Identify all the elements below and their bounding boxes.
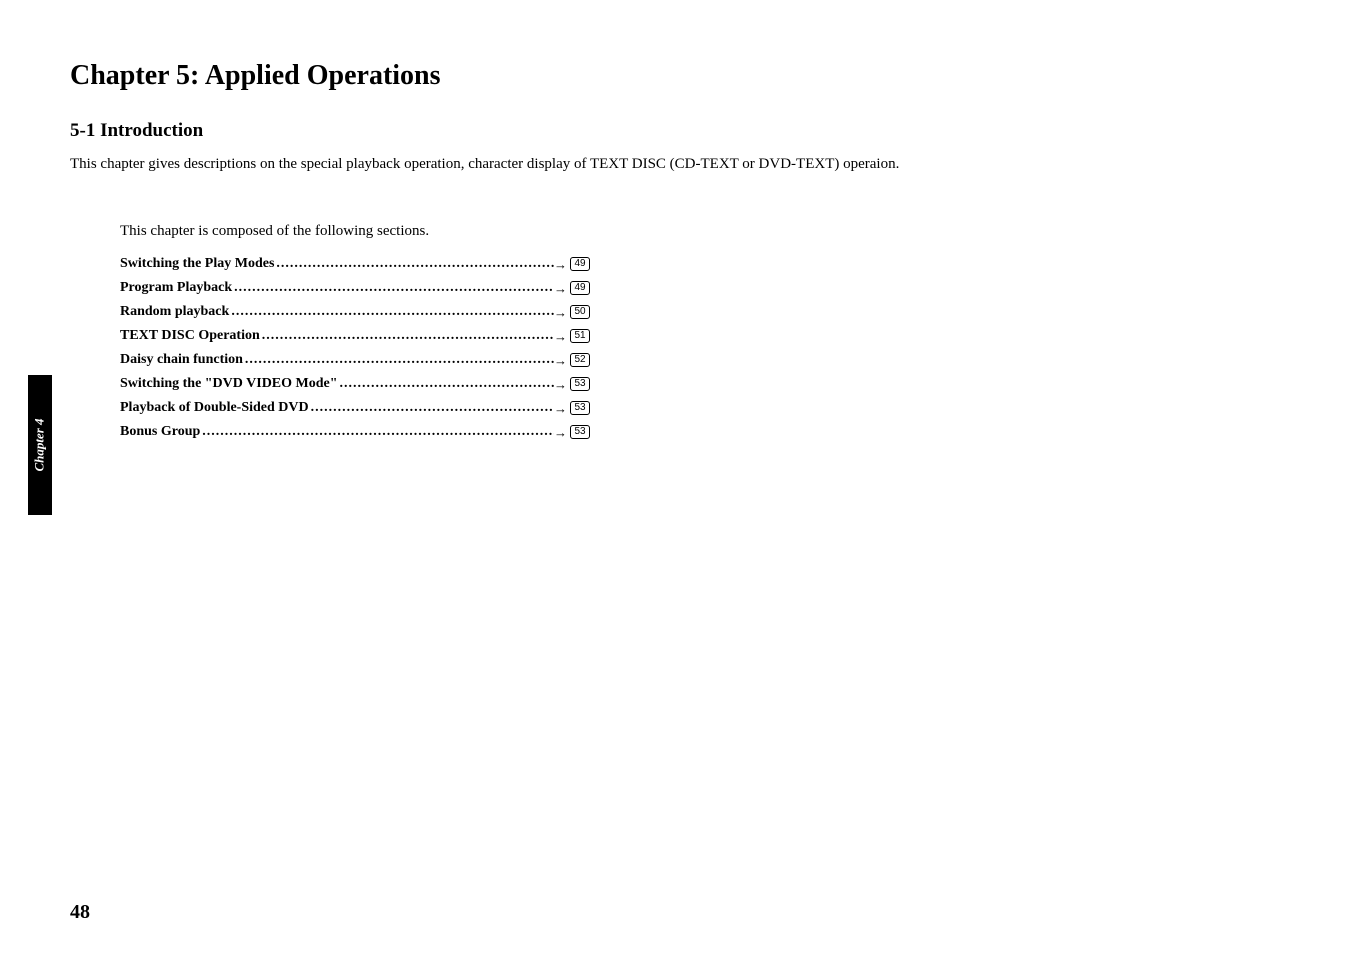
- page-reference-box: 53: [570, 401, 590, 415]
- page-reference-box: 53: [570, 425, 590, 439]
- toc-page-ref: → 53: [554, 377, 590, 392]
- arrow-icon: →: [554, 281, 567, 296]
- toc-intro-text: This chapter is composed of the followin…: [120, 223, 1281, 240]
- toc-leader-dots: [232, 280, 554, 296]
- toc-entry: Playback of Double-Sided DVD → 53: [120, 400, 590, 416]
- toc-leader-dots: [274, 256, 554, 272]
- page-reference-box: 52: [570, 353, 590, 367]
- toc-label: Playback of Double-Sided DVD: [120, 400, 309, 416]
- toc-entry: Random playback → 50: [120, 304, 590, 320]
- toc-label: Switching the "DVD VIDEO Mode": [120, 376, 338, 392]
- toc-entry: TEXT DISC Operation → 51: [120, 328, 590, 344]
- arrow-icon: →: [554, 305, 567, 320]
- toc-leader-dots: [229, 304, 554, 320]
- toc-entry: Program Playback → 49: [120, 280, 590, 296]
- toc-page-ref: → 49: [554, 257, 590, 272]
- arrow-icon: →: [554, 377, 567, 392]
- toc-entry: Daisy chain function → 52: [120, 352, 590, 368]
- page-reference-box: 51: [570, 329, 590, 343]
- toc-leader-dots: [309, 400, 554, 416]
- toc-entry: Switching the "DVD VIDEO Mode" → 53: [120, 376, 590, 392]
- arrow-icon: →: [554, 425, 567, 440]
- arrow-icon: →: [554, 401, 567, 416]
- section-title: 5-1 Introduction: [70, 120, 1281, 142]
- toc-leader-dots: [200, 424, 554, 440]
- toc-label: Random playback: [120, 304, 229, 320]
- intro-paragraph: This chapter gives descriptions on the s…: [70, 156, 1281, 173]
- toc-label: Daisy chain function: [120, 352, 243, 368]
- toc-leader-dots: [243, 352, 554, 368]
- table-of-contents: This chapter is composed of the followin…: [120, 223, 1281, 440]
- chapter-title: Chapter 5: Applied Operations: [70, 60, 1281, 92]
- arrow-icon: →: [554, 257, 567, 272]
- arrow-icon: →: [554, 329, 567, 344]
- toc-entry: Switching the Play Modes → 49: [120, 256, 590, 272]
- toc-page-ref: → 51: [554, 329, 590, 344]
- page-reference-box: 50: [570, 305, 590, 319]
- toc-leader-dots: [338, 376, 554, 392]
- page-reference-box: 53: [570, 377, 590, 391]
- toc-label: Bonus Group: [120, 424, 200, 440]
- arrow-icon: →: [554, 353, 567, 368]
- toc-leader-dots: [260, 328, 554, 344]
- toc-page-ref: → 53: [554, 425, 590, 440]
- page-number: 48: [70, 901, 90, 924]
- toc-label: TEXT DISC Operation: [120, 328, 260, 344]
- page-content: Chapter 5: Applied Operations 5-1 Introd…: [0, 0, 1351, 954]
- toc-label: Program Playback: [120, 280, 232, 296]
- toc-label: Switching the Play Modes: [120, 256, 274, 272]
- toc-page-ref: → 50: [554, 305, 590, 320]
- toc-page-ref: → 53: [554, 401, 590, 416]
- toc-page-ref: → 52: [554, 353, 590, 368]
- toc-entry: Bonus Group → 53: [120, 424, 590, 440]
- toc-page-ref: → 49: [554, 281, 590, 296]
- page-reference-box: 49: [570, 257, 590, 271]
- page-reference-box: 49: [570, 281, 590, 295]
